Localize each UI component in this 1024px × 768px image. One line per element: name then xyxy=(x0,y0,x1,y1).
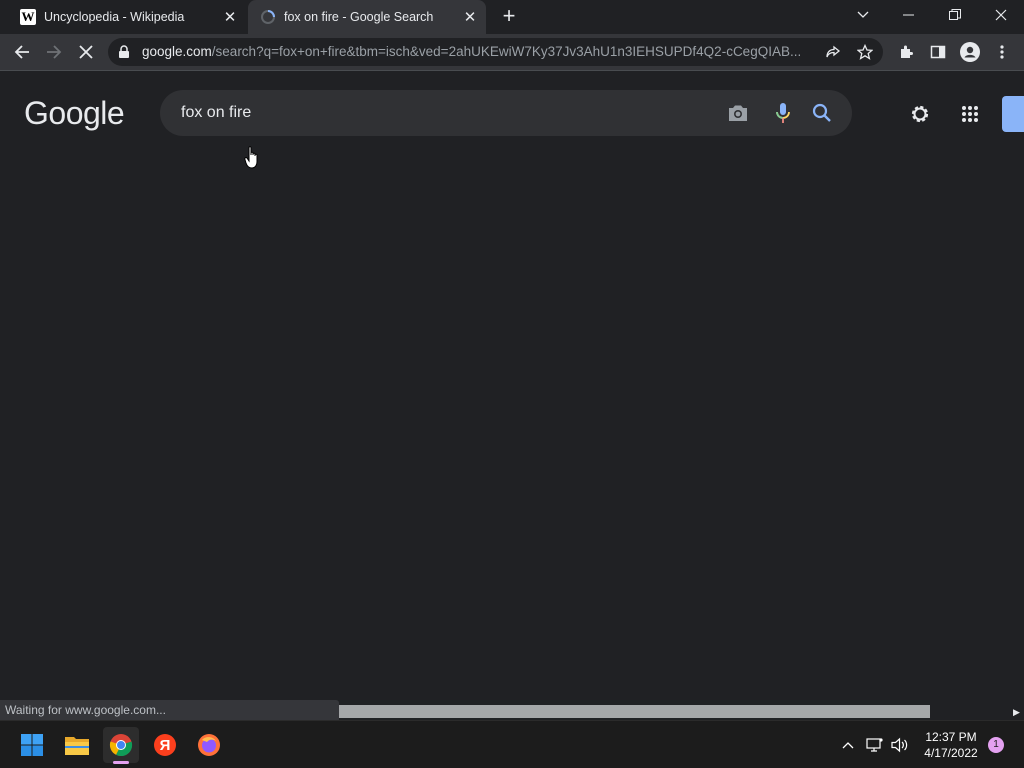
search-icon[interactable] xyxy=(810,101,834,125)
forward-arrow-icon[interactable] xyxy=(40,38,68,66)
scrollbar-thumb[interactable] xyxy=(339,705,930,718)
address-bar[interactable]: google.com/search?q=fox+on+fire&tbm=isch… xyxy=(108,38,883,66)
tab-search-chevron-icon[interactable] xyxy=(840,0,886,30)
show-hidden-icons-chevron-icon[interactable] xyxy=(838,735,858,755)
loading-spinner-icon xyxy=(260,9,276,25)
notification-badge[interactable]: 1 xyxy=(988,737,1004,753)
minimize-icon[interactable] xyxy=(886,0,932,30)
side-panel-icon[interactable] xyxy=(924,38,952,66)
google-apps-grid-icon[interactable] xyxy=(956,100,984,128)
camera-search-icon[interactable] xyxy=(726,101,750,125)
settings-gear-icon[interactable] xyxy=(906,100,934,128)
chrome-icon[interactable] xyxy=(103,727,139,763)
url-text[interactable]: google.com/search?q=fox+on+fire&tbm=isch… xyxy=(142,44,822,59)
bookmark-star-icon[interactable] xyxy=(856,43,874,65)
scroll-right-arrow-icon[interactable]: ▶ xyxy=(1009,704,1024,720)
volume-icon[interactable] xyxy=(890,735,910,755)
tab-title: fox on fire - Google Search xyxy=(284,10,434,24)
restore-icon[interactable] xyxy=(932,0,978,30)
hand-cursor-icon xyxy=(244,146,260,175)
wikipedia-favicon-icon: W xyxy=(20,9,36,25)
close-tab-icon[interactable]: ✕ xyxy=(460,7,480,27)
horizontal-scrollbar[interactable]: ▶ xyxy=(339,704,1024,720)
close-window-icon[interactable] xyxy=(978,0,1024,30)
yandex-icon[interactable]: Я xyxy=(147,727,183,763)
file-explorer-icon[interactable] xyxy=(59,727,95,763)
network-icon[interactable] xyxy=(865,735,885,755)
start-icon[interactable] xyxy=(14,727,50,763)
tab-title: Uncyclopedia - Wikipedia xyxy=(44,10,185,24)
share-icon[interactable] xyxy=(825,44,841,65)
sign-in-button[interactable] xyxy=(1002,96,1024,132)
taskbar: Я 12:37 PM 4/17/2022 1 xyxy=(0,720,1024,768)
extensions-icon[interactable] xyxy=(892,38,920,66)
google-logo-letter: l xyxy=(100,95,107,131)
lock-icon[interactable] xyxy=(118,45,130,64)
search-box[interactable]: fox on fire xyxy=(160,90,852,136)
google-logo-letter: o xyxy=(48,95,66,131)
firefox-icon[interactable] xyxy=(191,727,227,763)
back-arrow-icon[interactable] xyxy=(8,38,36,66)
new-tab-icon[interactable]: + xyxy=(498,5,520,28)
status-bubble: Waiting for www.google.com... xyxy=(0,700,339,720)
close-tab-icon[interactable]: ✕ xyxy=(220,7,240,27)
tab-google-search[interactable]: fox on fire - Google Search ✕ xyxy=(248,0,486,34)
google-logo-letter: o xyxy=(65,95,84,131)
search-input[interactable]: fox on fire xyxy=(181,104,251,122)
clock-time: 12:37 PM xyxy=(925,730,977,744)
url-host: google.com xyxy=(142,44,212,59)
tab-strip: W Uncyclopedia - Wikipedia ✕ fox on fire… xyxy=(0,0,1024,34)
google-logo-letter: e xyxy=(106,95,125,131)
yandex-letter: Я xyxy=(160,737,171,754)
profile-avatar-icon[interactable] xyxy=(956,38,984,66)
clock[interactable]: 12:37 PM 4/17/2022 xyxy=(916,729,986,761)
clock-date: 4/17/2022 xyxy=(924,746,978,760)
active-app-indicator xyxy=(113,761,129,764)
url-path: /search?q=fox+on+fire&tbm=isch&ved=2ahUK… xyxy=(211,44,802,59)
voice-search-icon[interactable] xyxy=(771,101,795,125)
google-logo-letter: G xyxy=(24,95,49,131)
browser-toolbar: google.com/search?q=fox+on+fire&tbm=isch… xyxy=(0,34,1024,71)
tab-uncyclopedia[interactable]: W Uncyclopedia - Wikipedia ✕ xyxy=(8,0,246,34)
stop-loading-icon[interactable] xyxy=(72,38,100,66)
browser-menu-icon[interactable] xyxy=(988,38,1016,66)
google-logo-letter: g xyxy=(82,95,101,131)
google-logo[interactable]: Google xyxy=(24,95,125,132)
